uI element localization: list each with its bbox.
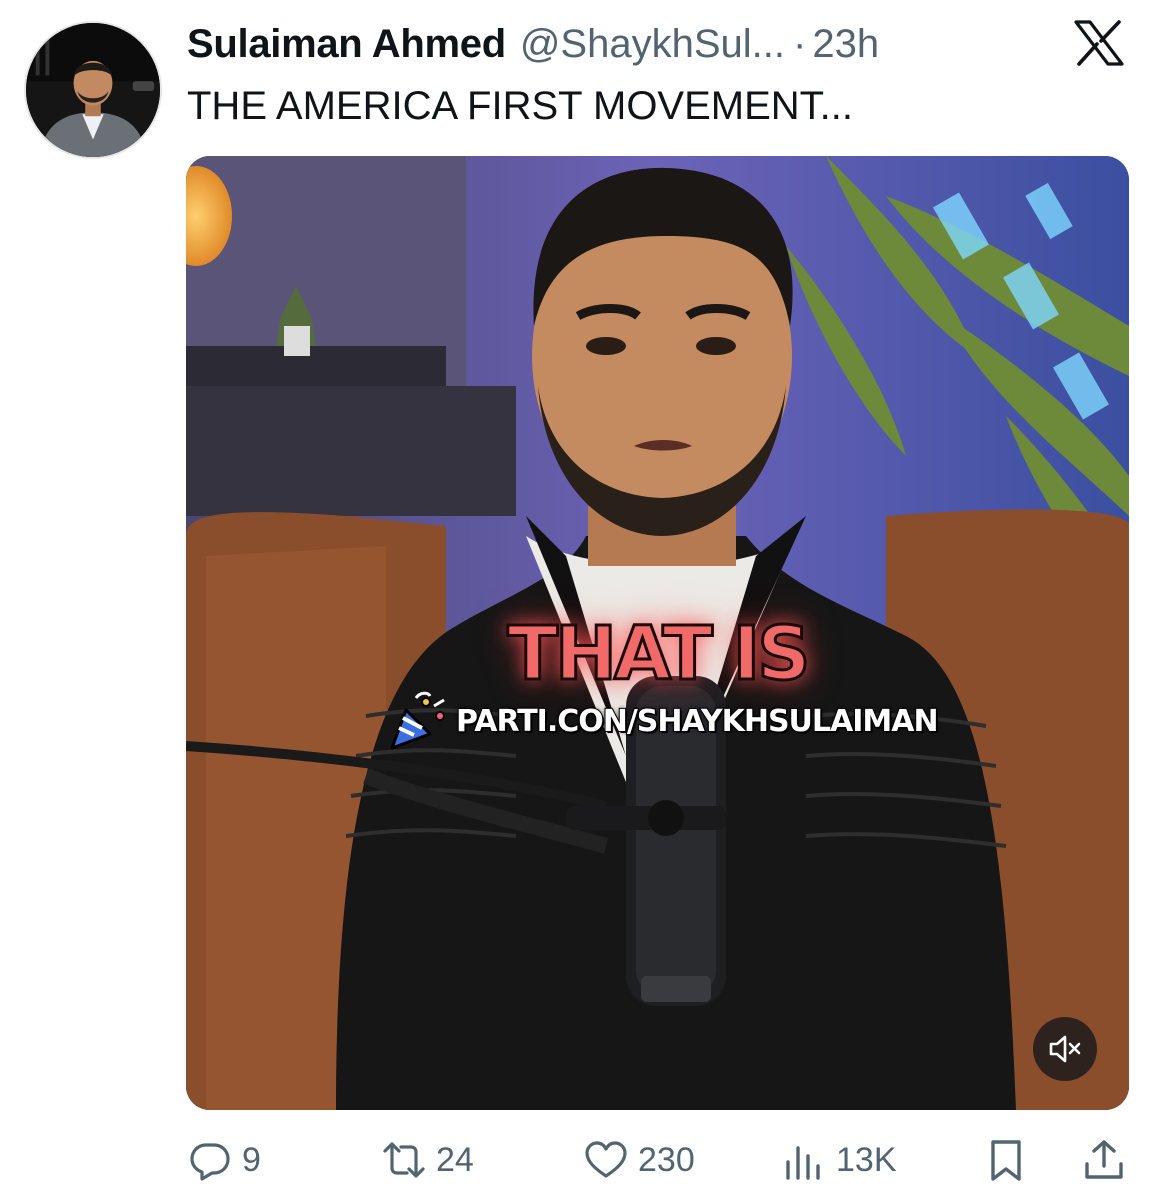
like-button[interactable]: 230: [584, 1134, 695, 1186]
like-count: 230: [638, 1140, 695, 1179]
repost-count: 24: [436, 1140, 474, 1179]
tweet-card[interactable]: Sulaiman Ahmed @ShaykhSul... · 23h THE A…: [0, 0, 1155, 1200]
analytics-icon: [786, 1146, 820, 1180]
repost-icon: [383, 1142, 425, 1178]
tweet-header: Sulaiman Ahmed @ShaykhSul... · 23h: [187, 16, 879, 72]
video-player[interactable]: THAT IS PARTI.CON/SHAYKHSULAIMAN: [186, 156, 1129, 1110]
action-bar: 9 24 230 13K: [186, 1134, 1129, 1186]
avatar[interactable]: [24, 21, 162, 159]
reply-count: 9: [242, 1140, 261, 1179]
tweet-text: THE AMERICA FIRST MOVEMENT...: [187, 84, 854, 128]
video-watermark: PARTI.CON/SHAYKHSULAIMAN: [384, 686, 940, 756]
separator-dot: ·: [793, 22, 807, 66]
volume-muted-icon: [1049, 1035, 1081, 1063]
display-name[interactable]: Sulaiman Ahmed: [187, 16, 506, 72]
profile-photo: [26, 23, 160, 157]
share-icon: [1085, 1140, 1123, 1179]
reply-icon: [190, 1143, 230, 1181]
party-popper-icon: [390, 691, 445, 750]
bookmark-button[interactable]: [984, 1134, 1028, 1186]
views-button[interactable]: 13K: [782, 1134, 897, 1186]
mute-button[interactable]: [1033, 1017, 1097, 1081]
heart-icon: [585, 1141, 627, 1178]
bookmark-icon: [991, 1140, 1021, 1181]
repost-button[interactable]: 24: [382, 1134, 474, 1186]
timestamp[interactable]: 23h: [812, 16, 879, 72]
x-logo-icon: [1074, 20, 1124, 66]
share-button[interactable]: [1082, 1134, 1126, 1186]
user-handle[interactable]: @ShaykhSul...: [520, 16, 785, 72]
video-caption: THAT IS: [506, 610, 812, 699]
view-count: 13K: [836, 1140, 897, 1179]
watermark-text: PARTI.CON/SHAYKHSULAIMAN: [455, 703, 940, 740]
reply-button[interactable]: 9: [188, 1134, 261, 1186]
